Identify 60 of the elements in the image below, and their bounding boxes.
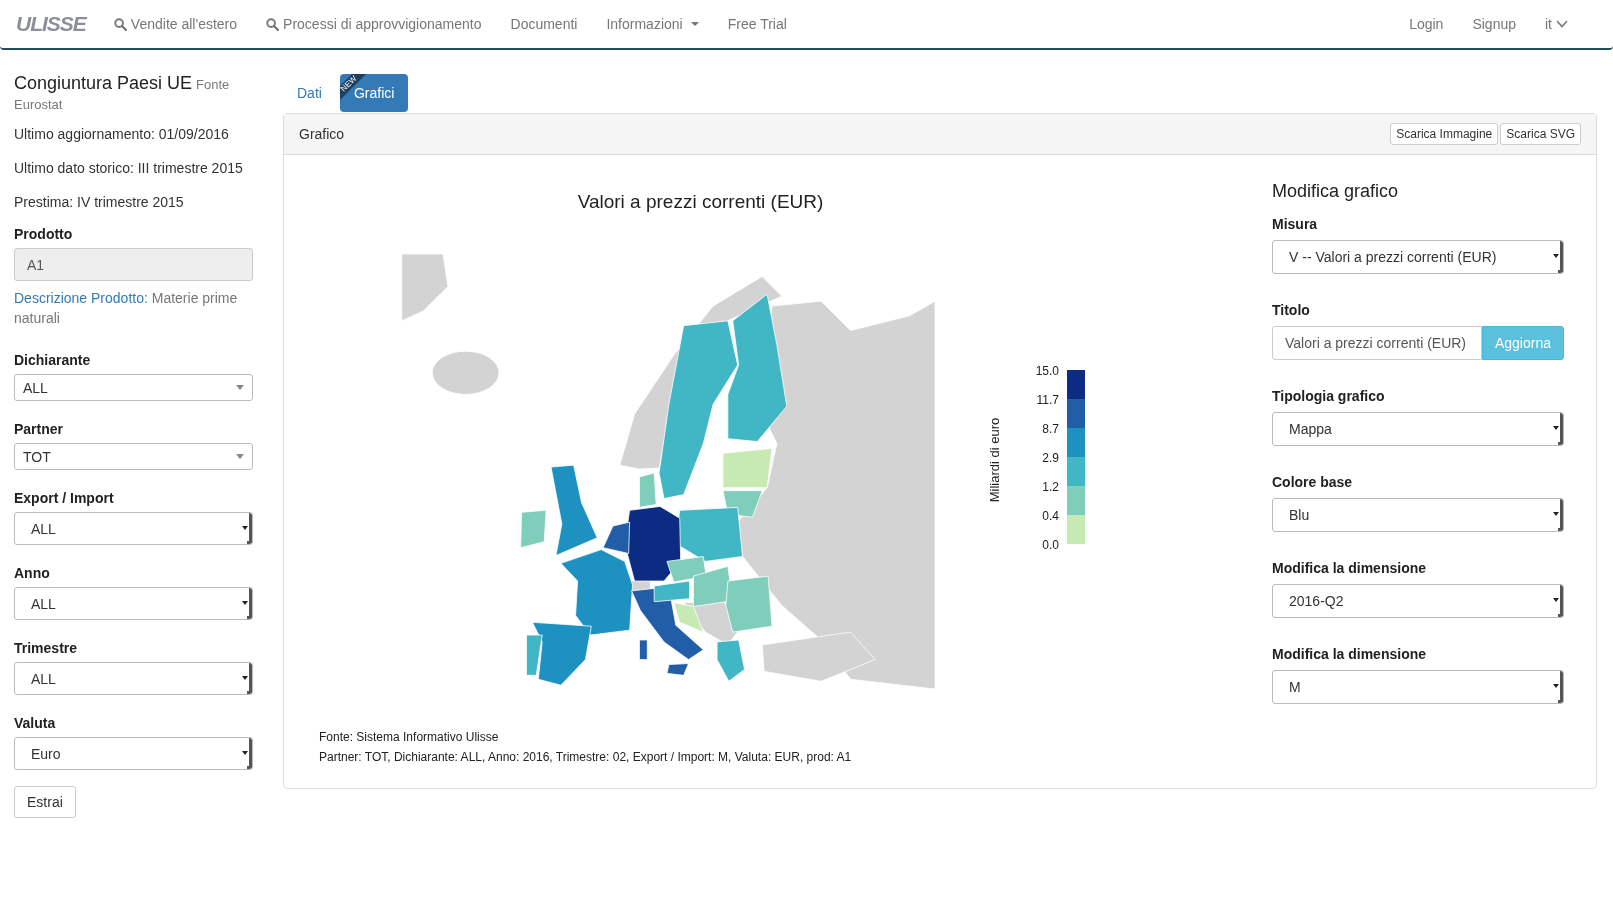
field-label: Misura xyxy=(1272,216,1319,232)
title-input[interactable]: Valori a prezzi correnti (EUR) xyxy=(1272,326,1482,360)
product-description: Descrizione Prodotto: Materie prime naturali xyxy=(14,289,239,328)
download-button[interactable]: Scarica SVG xyxy=(1500,123,1581,145)
download-button[interactable]: Scarica Immagine xyxy=(1390,123,1499,145)
field-label: Modifica la dimensione xyxy=(1272,646,1428,662)
search-icon xyxy=(266,17,280,31)
legend-tick: 8.7 xyxy=(1042,422,1059,436)
nav-link[interactable]: Login xyxy=(1409,16,1444,32)
nav-link[interactable]: Processi di approvvigionamento xyxy=(266,16,482,32)
select-field[interactable]: ALL xyxy=(14,374,253,402)
field-label: Partner xyxy=(14,421,65,438)
chart-footnote: Partner: TOT, Dichiarante: ALL, Anno: 2016, Trimestre: 02, Export / Import: M, Valuta: EUR, prod: A1 xyxy=(319,749,852,766)
nav-link[interactable]: Free Trial xyxy=(727,16,787,32)
page-title: Congiuntura Paesi UE Fonte Eurostat xyxy=(14,72,231,115)
extract-button[interactable]: Estrai xyxy=(14,786,76,819)
chart-footnote: Fonte: Sistema Informativo Ulisse xyxy=(319,729,500,746)
field-label: Anno xyxy=(14,565,51,582)
nav-link[interactable]: Signup xyxy=(1472,16,1516,32)
field-label: Trimestre xyxy=(14,640,79,657)
nav-link[interactable]: Vendite all'estero xyxy=(113,16,238,32)
select-field[interactable]: Blu xyxy=(1272,498,1564,532)
nav-link[interactable]: Informazioni xyxy=(606,16,699,32)
legend-tick: 11.7 xyxy=(1036,393,1059,407)
info-text: Ultimo dato storico: III trimestre 2015 xyxy=(14,160,244,177)
description-link[interactable]: Descrizione Prodotto: xyxy=(14,290,148,307)
select-field[interactable]: ALL xyxy=(14,662,253,696)
search-icon xyxy=(113,17,127,31)
select-field[interactable]: TOT xyxy=(14,443,253,471)
legend-tick: 0.0 xyxy=(1042,538,1059,552)
legend-tick: 15.0 xyxy=(1035,364,1059,378)
chevron-down-icon xyxy=(1556,20,1568,28)
field-label: Valuta xyxy=(14,715,57,732)
info-text: Ultimo aggiornamento: 01/09/2016 xyxy=(14,126,230,143)
select-field[interactable]: Euro xyxy=(14,737,253,771)
select-field[interactable]: M xyxy=(1272,670,1564,704)
field-label: Export / Import xyxy=(14,490,115,507)
select-field[interactable]: V -- Valori a prezzi correnti (EUR) xyxy=(1272,240,1564,274)
select-field[interactable]: Mappa xyxy=(1272,412,1564,446)
field-label: Modifica la dimensione xyxy=(1272,560,1428,576)
tab[interactable]: Dati xyxy=(283,74,336,112)
field-label: Dichiarante xyxy=(14,352,92,369)
legend-title: Miliardi di euro xyxy=(987,417,1002,503)
nav-link[interactable]: it xyxy=(1545,16,1568,32)
panel-title: Grafico xyxy=(299,126,345,142)
chart-title: Valori a prezzi correnti (EUR) xyxy=(576,191,825,213)
field-label: Prodotto xyxy=(14,226,74,243)
field-label: Colore base xyxy=(1272,474,1354,490)
field-label: Titolo xyxy=(1272,302,1311,318)
select-field[interactable]: 2016-Q2 xyxy=(1272,584,1564,618)
nav-link[interactable]: Documenti xyxy=(510,16,578,32)
legend-tick: 0.4 xyxy=(1042,509,1059,523)
select-field[interactable]: ALL xyxy=(14,512,253,546)
field-label: Tipologia grafico xyxy=(1272,388,1386,404)
legend-tick: 2.9 xyxy=(1042,451,1059,465)
legend-tick: 1.2 xyxy=(1042,480,1059,494)
caret-icon xyxy=(690,22,699,26)
info-text: Prestima: IV trimestre 2015 xyxy=(14,194,185,211)
editor-title: Modifica grafico xyxy=(1272,181,1400,202)
select-field[interactable]: ALL xyxy=(14,587,253,621)
